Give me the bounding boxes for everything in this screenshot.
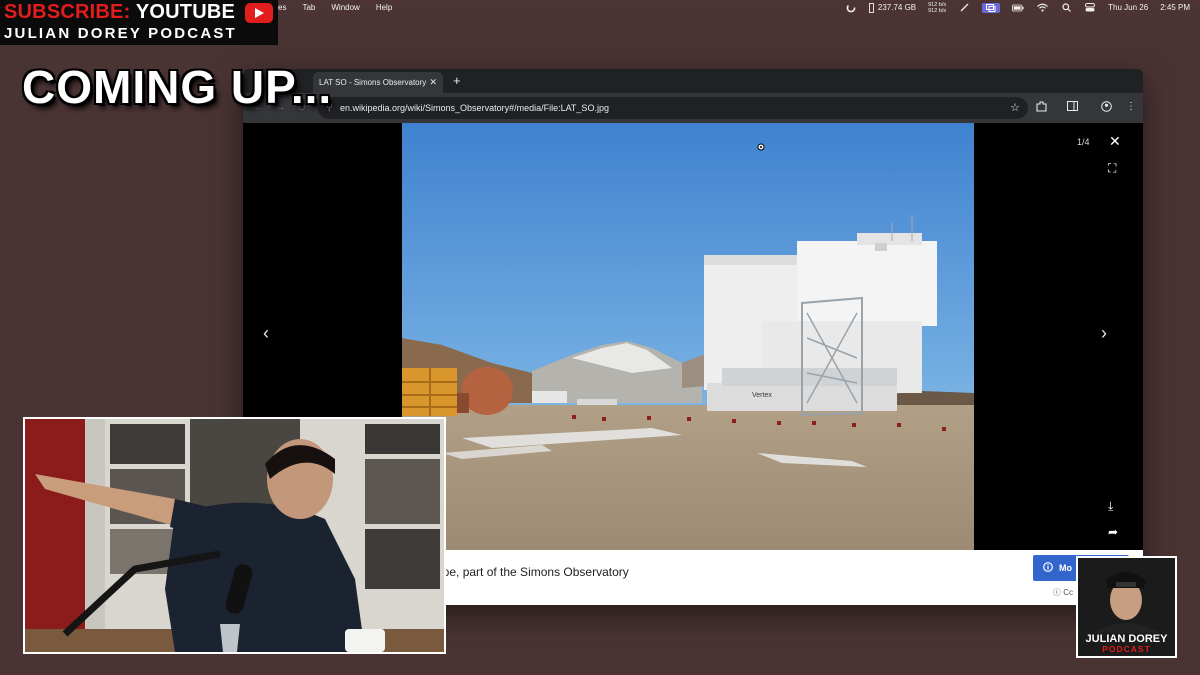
close-icon[interactable]: ✕ — [1109, 133, 1121, 150]
podcast-logo: JULIAN DOREY PODCAST — [1076, 556, 1177, 658]
browser-tab[interactable]: LAT SO - Simons Observatory ✕ — [313, 72, 443, 93]
observatory-photo: Vertex — [402, 123, 974, 550]
disk-space-label: 237.74 GB — [877, 3, 917, 12]
image-caption: ope, part of the Simons Observatory — [436, 565, 629, 579]
time-label[interactable]: 2:45 PM — [1160, 3, 1190, 12]
logo-subtitle: PODCAST — [1102, 644, 1151, 654]
coming-up-caption: COMING UP... — [22, 61, 333, 113]
tab-close-icon[interactable]: ✕ — [429, 77, 437, 88]
download-icon[interactable]: ⤓ — [1108, 499, 1113, 514]
more-details-label: Mo — [1059, 563, 1072, 573]
wifi-icon[interactable] — [1036, 3, 1048, 13]
new-tab-button[interactable]: + — [453, 73, 461, 88]
chevron-right-icon[interactable]: › — [1101, 323, 1107, 344]
menu-item-help[interactable]: Help — [376, 3, 392, 12]
menu-item-edit[interactable]: es — [278, 3, 286, 12]
menu-kebab-icon[interactable]: ⋮ — [1126, 101, 1136, 112]
app-menus: es Tab Window Help — [278, 3, 392, 12]
address-bar[interactable]: ⚲ en.wikipedia.org/wiki/Simons_Observato… — [318, 97, 1028, 119]
network-speed[interactable]: 912 b/s 912 b/s — [928, 2, 946, 14]
control-center-icon[interactable] — [1084, 3, 1096, 13]
info-icon — [1043, 562, 1053, 574]
extensions-icon[interactable] — [1036, 101, 1047, 115]
browser-toolbar: ← → ↻ ⚲ en.wikipedia.org/wiki/Simons_Obs… — [243, 93, 1143, 123]
subscribe-label: SUBSCRIBE: — [4, 1, 131, 23]
chevron-left-icon[interactable]: ‹ — [263, 323, 269, 344]
cc-icon: ⓒ — [1053, 588, 1061, 597]
url-text: en.wikipedia.org/wiki/Simons_Observatory… — [340, 103, 609, 113]
pen-icon[interactable] — [958, 3, 970, 13]
youtube-logo-icon — [245, 3, 273, 23]
image-counter: 1/4 — [1077, 137, 1090, 147]
date-label[interactable]: Thu Jun 26 — [1108, 3, 1148, 12]
building-logo-text: Vertex — [752, 392, 772, 399]
youtube-label: YOUTUBE — [135, 1, 236, 23]
spinner-icon[interactable] — [845, 3, 857, 13]
license-text: Cc — [1063, 588, 1074, 597]
license-label[interactable]: ⓒ Cc — [1053, 587, 1073, 598]
net-down-label: 912 b/s — [928, 7, 947, 14]
fullscreen-icon[interactable]: ⛶ — [1108, 161, 1116, 176]
search-icon[interactable] — [1060, 3, 1072, 13]
share-icon[interactable]: ➦ — [1108, 525, 1118, 539]
disk-icon — [868, 2, 874, 13]
net-up-label: 912 b/s — [928, 1, 947, 8]
menu-item-window[interactable]: Window — [331, 3, 359, 12]
tab-bar: LAT SO - Simons Observatory ✕ + — [243, 69, 1143, 93]
sidebar-icon[interactable] — [1067, 101, 1078, 114]
tab-title: LAT SO - Simons Observatory — [319, 78, 427, 87]
profile-icon[interactable] — [1101, 101, 1112, 115]
podcast-title: JULIAN DOREY PODCAST — [4, 25, 237, 42]
battery-icon[interactable] — [1012, 3, 1024, 13]
screen-mirroring-icon[interactable] — [982, 2, 1001, 13]
subscribe-banner: SUBSCRIBE: YOUTUBE JULIAN DOREY PODCAST — [0, 0, 278, 45]
subscribe-text: SUBSCRIBE: YOUTUBE — [4, 1, 235, 24]
bookmark-star-icon[interactable]: ☆ — [1010, 101, 1020, 114]
disk-usage[interactable]: 237.74 GB — [868, 2, 917, 13]
status-area: 237.74 GB 912 b/s 912 b/s Thu Jun 26 2:4… — [845, 1, 1190, 14]
menu-item-tab[interactable]: Tab — [302, 3, 315, 12]
host-webcam-feed — [23, 417, 446, 654]
